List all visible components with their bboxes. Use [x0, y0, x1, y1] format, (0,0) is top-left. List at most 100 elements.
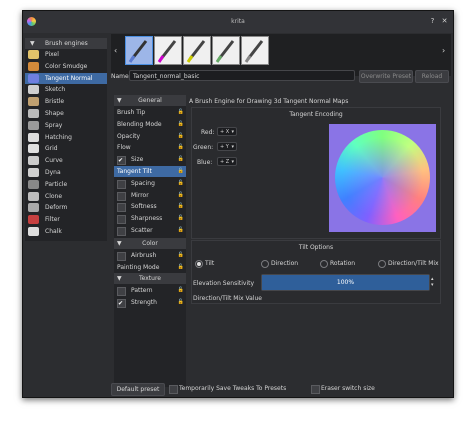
- lock-icon[interactable]: 🔓: [178, 262, 184, 273]
- lock-icon[interactable]: 🔓: [178, 201, 184, 212]
- option-sharpness[interactable]: Sharpness 🔓: [114, 213, 186, 225]
- lock-icon[interactable]: 🔓: [178, 178, 184, 189]
- option-checkbox[interactable]: [117, 298, 126, 309]
- tilt-radio[interactable]: [195, 260, 203, 268]
- option-checkbox[interactable]: [117, 287, 126, 296]
- sidebar-item-label: Hatching: [45, 133, 72, 141]
- lock-icon[interactable]: 🔓: [178, 154, 184, 165]
- color-group-header[interactable]: ▼ Color: [114, 238, 186, 249]
- grid-engine-icon: [28, 144, 39, 154]
- close-icon[interactable]: ✕: [440, 17, 449, 26]
- lock-icon[interactable]: 🔓: [178, 166, 184, 177]
- preset-thumbnail-4[interactable]: [212, 36, 240, 65]
- sidebar-item-label: Filter: [45, 216, 60, 224]
- sidebar-item-curve[interactable]: Curve: [25, 155, 107, 166]
- overwrite-preset-button[interactable]: Overwrite Preset: [359, 70, 413, 83]
- help-icon[interactable]: ?: [428, 17, 437, 26]
- option-checkbox[interactable]: [117, 203, 126, 213]
- rotation-radio[interactable]: [320, 260, 328, 268]
- option-painting-mode[interactable]: Painting Mode 🔓: [114, 262, 186, 273]
- direction-tilt-mix-radio[interactable]: [378, 260, 386, 268]
- preset-thumbnail-1[interactable]: [125, 36, 153, 65]
- direction-radio[interactable]: [261, 260, 269, 268]
- sidebar-item-sketch[interactable]: Sketch: [25, 84, 107, 95]
- red-channel-select[interactable]: + X ▾: [217, 127, 237, 136]
- option-mirror[interactable]: Mirror 🔓: [114, 190, 186, 201]
- lock-icon[interactable]: 🔓: [178, 119, 184, 130]
- texture-group-header[interactable]: ▼ Texture: [114, 273, 186, 284]
- brush-engine-sidebar: ▼ Brush engines Pixel Color Smudge Tangent…: [25, 38, 107, 241]
- option-flow[interactable]: Flow 🔓: [114, 142, 186, 153]
- sidebar-item-shape[interactable]: Shape: [25, 108, 107, 119]
- sidebar-item-spray[interactable]: Spray: [25, 120, 107, 131]
- option-blending-mode[interactable]: Blending Mode 🔓: [114, 119, 186, 130]
- sidebar-header[interactable]: ▼ Brush engines: [25, 38, 107, 49]
- sidebar-item-label: Spray: [45, 121, 63, 129]
- collapse-triangle-icon: ▼: [30, 40, 35, 47]
- option-checkbox[interactable]: [117, 191, 126, 201]
- elevation-sensitivity-slider[interactable]: 100%: [261, 274, 430, 291]
- collapse-triangle-icon: ▼: [117, 240, 122, 247]
- green-channel-select[interactable]: + Y ▾: [217, 142, 237, 151]
- option-checkbox[interactable]: [117, 155, 126, 166]
- sidebar-item-color-smudge[interactable]: Color Smudge: [25, 61, 107, 72]
- brush-preset-icon: [155, 37, 181, 64]
- sidebar-item-filter[interactable]: Filter: [25, 214, 107, 225]
- option-label: Size: [131, 156, 144, 164]
- option-strength[interactable]: Strength 🔓: [114, 297, 186, 309]
- option-tangent-tilt[interactable]: Tangent Tilt 🔓: [114, 166, 186, 177]
- sidebar-item-pixel[interactable]: Pixel: [25, 49, 107, 60]
- option-brush-tip[interactable]: Brush Tip 🔓: [114, 107, 186, 118]
- option-checkbox[interactable]: [117, 227, 126, 236]
- lock-icon[interactable]: 🔓: [178, 142, 184, 153]
- option-airbrush[interactable]: Airbrush 🔓: [114, 250, 186, 261]
- lock-icon[interactable]: 🔓: [178, 297, 184, 308]
- lock-icon[interactable]: 🔓: [178, 131, 184, 142]
- sidebar-item-tangent-normal[interactable]: Tangent Normal: [25, 72, 107, 84]
- lock-icon[interactable]: 🔓: [178, 107, 184, 118]
- preset-thumbnail-2[interactable]: [154, 36, 182, 65]
- chevron-down-icon[interactable]: ▾: [431, 282, 434, 288]
- sidebar-item-chalk[interactable]: Chalk: [25, 226, 107, 237]
- option-checkbox[interactable]: [117, 252, 126, 261]
- preset-scroll-left-icon[interactable]: ‹: [114, 46, 117, 55]
- lock-icon[interactable]: 🔓: [178, 190, 184, 201]
- sidebar-item-dyna[interactable]: Dyna: [25, 167, 107, 178]
- sidebar-item-label: Dyna: [45, 169, 61, 176]
- option-checkbox[interactable]: [117, 215, 126, 225]
- eraser-switch-size-checkbox[interactable]: [311, 385, 320, 394]
- sidebar-item-clone[interactable]: Clone: [25, 191, 107, 202]
- sidebar-item-hatching[interactable]: Hatching: [25, 132, 107, 143]
- option-opacity[interactable]: Opacity 🔓: [114, 131, 186, 142]
- option-scatter[interactable]: Scatter 🔓: [114, 225, 186, 236]
- default-preset-button[interactable]: Default preset: [111, 383, 165, 396]
- lock-icon[interactable]: 🔓: [178, 213, 184, 224]
- sidebar-item-label: Bristle: [45, 98, 65, 106]
- option-spacing[interactable]: Spacing 🔓: [114, 178, 186, 189]
- clone-engine-icon: [28, 191, 39, 201]
- preset-thumbnail-3[interactable]: [183, 36, 211, 65]
- reload-button[interactable]: Reload: [415, 70, 449, 83]
- blue-channel-select[interactable]: + Z ▾: [217, 157, 237, 166]
- sidebar-item-bristle[interactable]: Bristle: [25, 96, 107, 107]
- lock-icon[interactable]: 🔓: [178, 285, 184, 296]
- general-group-header[interactable]: ▼ General: [114, 95, 186, 106]
- sidebar-item-particle[interactable]: Particle: [25, 179, 107, 190]
- option-label: Tangent Tilt: [117, 168, 152, 175]
- preset-thumbnail-5[interactable]: [241, 36, 269, 65]
- lock-icon[interactable]: 🔓: [178, 225, 184, 236]
- lock-icon[interactable]: 🔓: [178, 250, 184, 261]
- filter-engine-icon: [28, 215, 39, 225]
- preset-name-input[interactable]: Tangent_normal_basic: [129, 70, 355, 81]
- sidebar-item-label: Tangent Normal: [45, 74, 93, 82]
- deform-engine-icon: [28, 203, 39, 213]
- sidebar-item-grid[interactable]: Grid: [25, 143, 107, 154]
- option-size[interactable]: Size 🔓: [114, 154, 186, 166]
- option-softness[interactable]: Softness 🔓: [114, 201, 186, 213]
- sidebar-item-deform[interactable]: Deform: [25, 202, 107, 213]
- sidebar-header-label: Brush engines: [45, 40, 88, 47]
- option-checkbox[interactable]: [117, 179, 126, 189]
- preset-scroll-right-icon[interactable]: ›: [442, 46, 445, 55]
- option-pattern[interactable]: Pattern 🔓: [114, 285, 186, 296]
- temp-save-checkbox[interactable]: [169, 385, 178, 394]
